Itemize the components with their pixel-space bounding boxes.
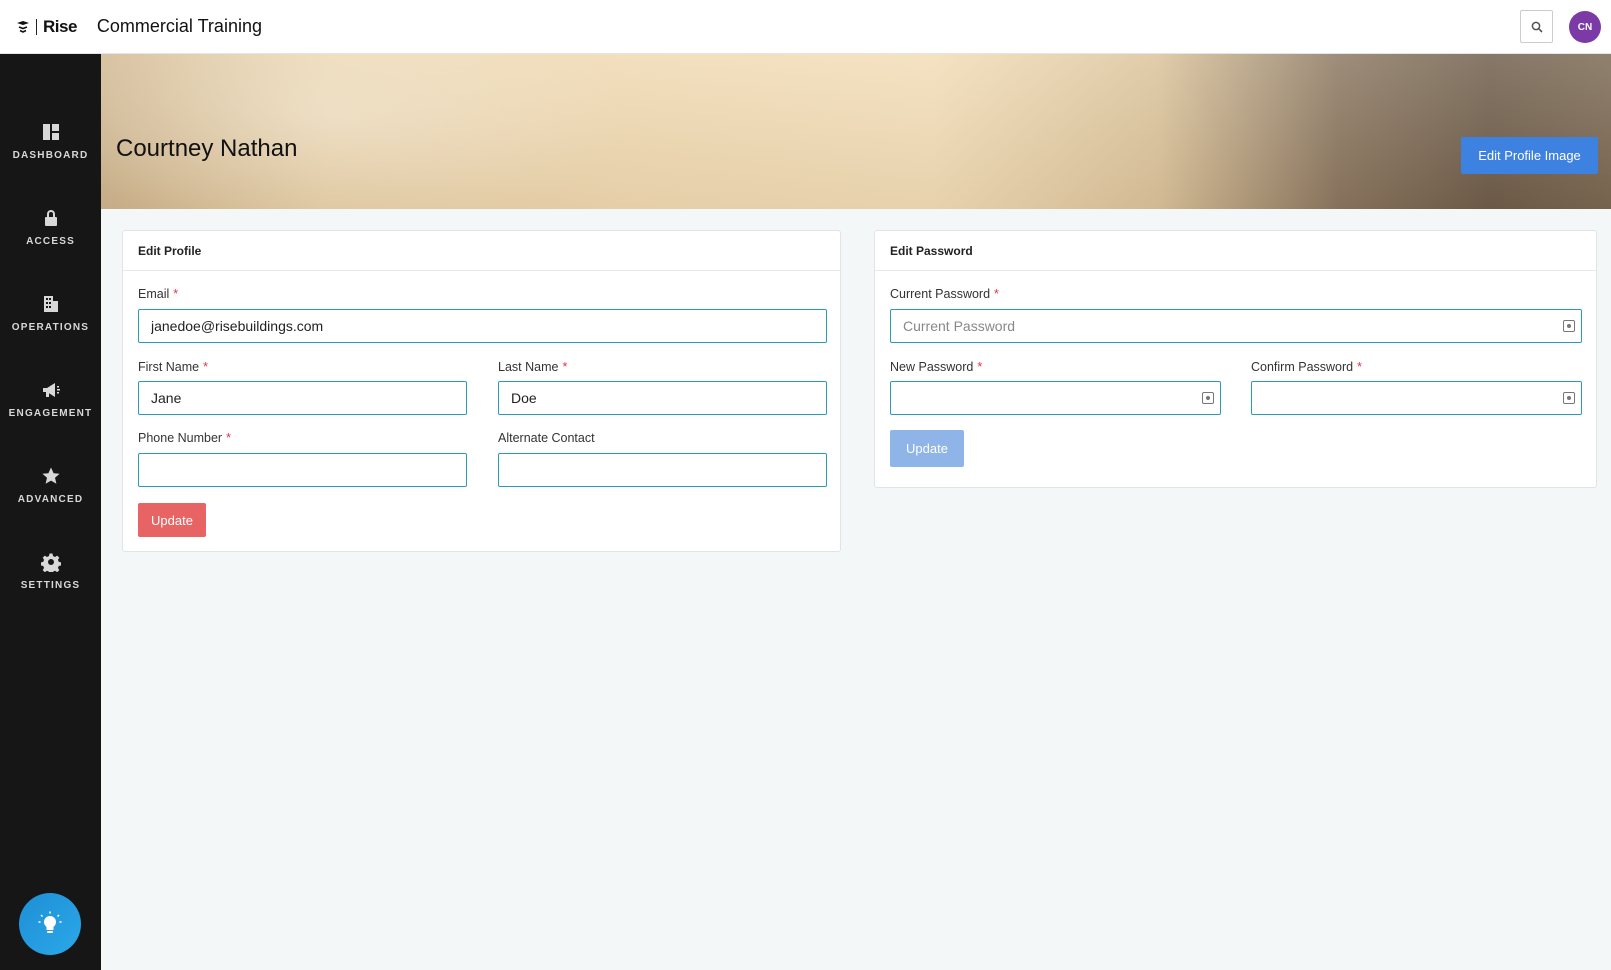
new-password-field[interactable] <box>890 381 1221 415</box>
star-icon <box>41 467 60 484</box>
logo-text: Rise <box>43 16 77 36</box>
sidebar-item-label: OPERATIONS <box>11 321 90 333</box>
email-field[interactable] <box>138 309 827 343</box>
edit-profile-card: Edit Profile Email* First Name* Last Nam… <box>122 230 841 552</box>
update-profile-button[interactable]: Update <box>138 503 206 537</box>
password-manager-icon[interactable] <box>1202 392 1214 404</box>
confirm-password-field[interactable] <box>1251 381 1582 415</box>
new-password-label: New Password * <box>890 360 983 374</box>
rise-logo[interactable]: Rise <box>16 0 77 54</box>
phone-number-label: Phone Number * <box>138 431 231 445</box>
edit-profile-image-button[interactable]: Edit Profile Image <box>1461 137 1598 174</box>
alternate-contact-field[interactable] <box>498 453 827 487</box>
lock-icon <box>44 209 57 226</box>
edit-password-card: Edit Password Current Password * New Pass… <box>874 230 1597 488</box>
alternate-contact-label: Alternate Contact <box>498 431 595 445</box>
sidebar-item-label: SETTINGS <box>20 579 81 591</box>
current-password-field[interactable] <box>890 309 1582 343</box>
avatar[interactable]: CN <box>1569 11 1601 43</box>
card-title: Edit Password <box>875 231 1596 271</box>
email-label: Email * <box>138 287 179 301</box>
sidebar-item-settings[interactable]: SETTINGS <box>0 536 101 606</box>
search-icon <box>1531 21 1543 33</box>
sidebar-item-advanced[interactable]: ADVANCED <box>0 450 101 520</box>
confirm-password-label: Confirm Password * <box>1251 360 1362 374</box>
logo-divider <box>36 18 37 35</box>
sidebar-item-access[interactable]: ACCESS <box>0 192 101 262</box>
app-title: Commercial Training <box>96 16 262 36</box>
page-title: Courtney Nathan <box>116 135 298 162</box>
sidebar-item-dashboard[interactable]: DASHBOARD <box>0 106 101 176</box>
password-manager-icon[interactable] <box>1563 320 1575 332</box>
profile-banner-image <box>101 54 1611 209</box>
sidebar-item-operations[interactable]: OPERATIONS <box>0 278 101 348</box>
phone-number-field[interactable] <box>138 453 467 487</box>
dashboard-icon <box>42 123 59 140</box>
card-title: Edit Profile <box>123 231 840 271</box>
update-password-button[interactable]: Update <box>890 430 964 467</box>
password-manager-icon[interactable] <box>1563 392 1575 404</box>
lightbulb-icon <box>38 911 62 933</box>
current-password-label: Current Password * <box>890 287 999 301</box>
search-button[interactable] <box>1520 10 1553 43</box>
first-name-label: First Name * <box>138 360 208 374</box>
first-name-field[interactable] <box>138 381 467 415</box>
sidebar-item-engagement[interactable]: ENGAGEMENT <box>0 364 101 434</box>
last-name-label: Last Name * <box>498 360 568 374</box>
help-button[interactable] <box>19 893 81 955</box>
gear-icon <box>40 553 61 572</box>
sidebar-item-label: ADVANCED <box>17 493 84 505</box>
sidebar-item-label: ACCESS <box>26 235 75 247</box>
last-name-field[interactable] <box>498 381 827 415</box>
top-bar: Rise Commercial Training <box>0 0 1611 54</box>
rise-logo-icon <box>17 20 29 33</box>
megaphone-icon <box>42 382 60 397</box>
sidebar-item-label: ENGAGEMENT <box>8 407 93 419</box>
sidebar: DASHBOARD ACCESS OPERATIONS ENGAGEMENT A… <box>0 54 101 970</box>
building-icon <box>43 295 58 312</box>
sidebar-item-label: DASHBOARD <box>12 149 89 161</box>
